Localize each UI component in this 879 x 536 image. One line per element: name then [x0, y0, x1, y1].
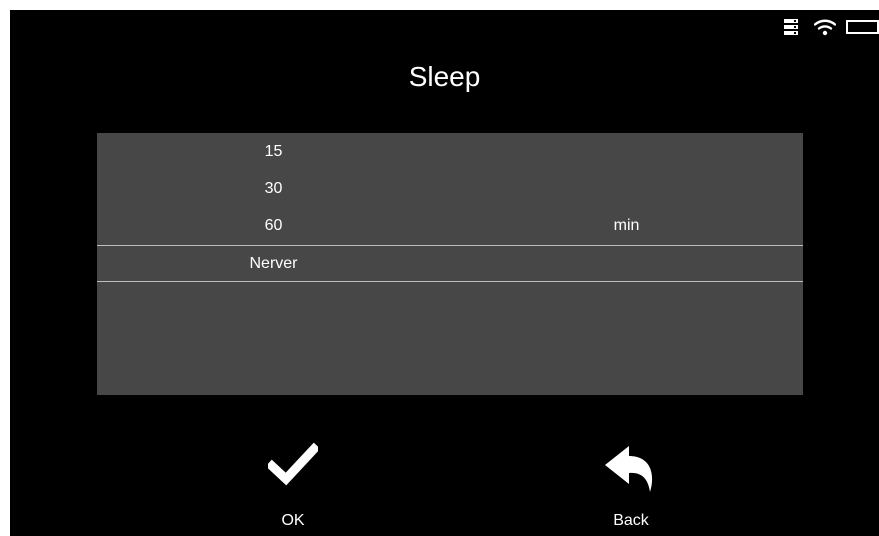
picker-row[interactable]: 60 min	[97, 207, 803, 244]
picker-option-15[interactable]: 15	[97, 133, 450, 170]
sleep-settings-screen: Sleep 15 30 60 min Nerver OK Back	[10, 10, 879, 536]
battery-icon	[846, 20, 879, 39]
picker-row[interactable]: 15	[97, 133, 803, 170]
ok-button[interactable]: OK	[233, 442, 353, 536]
wifi-icon	[813, 19, 837, 41]
back-button[interactable]: Back	[571, 442, 691, 536]
picker-option-never[interactable]: Nerver	[97, 246, 450, 281]
ok-button-label: OK	[281, 512, 305, 529]
selection-line-bottom	[97, 281, 803, 282]
back-arrow-icon	[605, 446, 653, 492]
sleep-time-picker[interactable]: 15 30 60 min Nerver	[97, 133, 803, 395]
storage-icon	[783, 18, 799, 41]
back-button-label: Back	[613, 512, 649, 529]
picker-option-30[interactable]: 30	[97, 170, 450, 207]
page-title: Sleep	[408, 61, 481, 92]
picker-row[interactable]: 30	[97, 170, 803, 207]
picker-row-selected[interactable]: Nerver	[97, 246, 803, 281]
picker-option-60[interactable]: 60	[97, 207, 450, 244]
picker-unit-label: min	[613, 217, 640, 234]
checkmark-icon	[268, 442, 318, 486]
status-bar	[739, 10, 879, 46]
